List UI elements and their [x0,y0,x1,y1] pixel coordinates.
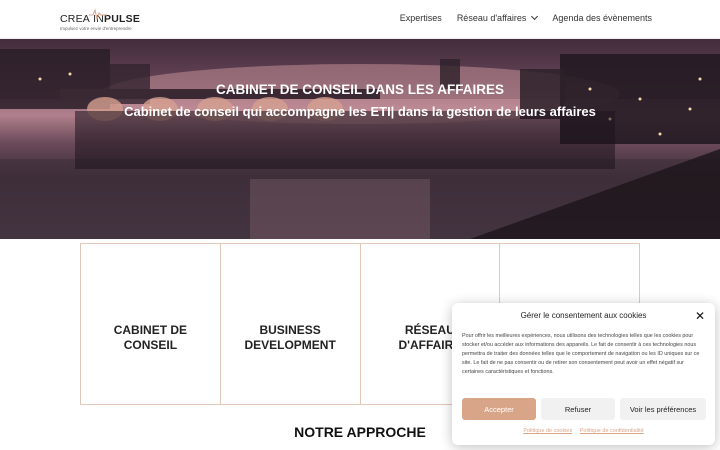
cookie-consent-dialog: Gérer le consentement aux cookies ✕ Pour… [452,303,715,445]
cookie-dialog-title: Gérer le consentement aux cookies [520,311,647,320]
accept-button[interactable]: Accepter [462,398,536,420]
privacy-policy-link[interactable]: Politique de confidentialité [580,428,644,434]
nav-agenda[interactable]: Agenda des évènements [552,13,652,23]
cookie-policy-link[interactable]: Politique de cookies [523,428,572,434]
cookie-links: Politique de cookies Politique de confid… [452,428,715,434]
nav-label: Expertises [399,13,442,23]
hero-banner [0,39,720,239]
card-title-line: CABINET DE [113,323,188,337]
nav-label: Agenda des évènements [552,13,652,23]
preferences-button[interactable]: Voir les préférences [620,398,706,420]
pulse-icon [89,8,107,20]
hero-title: CABINET DE CONSEIL DANS LES AFFAIRES [215,82,505,97]
nav-expertises[interactable]: Expertises [400,13,442,23]
nav-label: Réseau d'affaires [456,13,527,23]
cookie-dialog-text: Pour offrir les meilleures expériences, … [462,333,700,375]
hero-overlay [75,111,615,169]
card-title-line: BUSINESS [259,323,321,337]
close-icon[interactable]: ✕ [695,309,705,323]
card-title-line: CONSEIL [123,338,178,352]
chevron-down-icon [531,12,539,21]
main-nav: Expertises Réseau d'affaires Agenda des … [400,12,652,23]
card-title-line: DEVELOPMENT [244,338,336,352]
card-cabinet-conseil[interactable]: CABINET DE CONSEIL [81,244,221,404]
site-logo[interactable]: CREA INPULSE Impulsez votre envie d'entr… [60,8,150,34]
site-header: CREA INPULSE Impulsez votre envie d'entr… [0,0,720,39]
nav-reseau[interactable]: Réseau d'affaires [456,12,539,23]
logo-tagline: Impulsez votre envie d'entreprendre [60,26,132,31]
refuse-button[interactable]: Refuser [541,398,615,420]
card-business-development[interactable]: BUSINESS DEVELOPMENT [221,244,361,404]
hero-subtitle: Cabinet de conseil qui accompagne les ET… [124,104,596,119]
